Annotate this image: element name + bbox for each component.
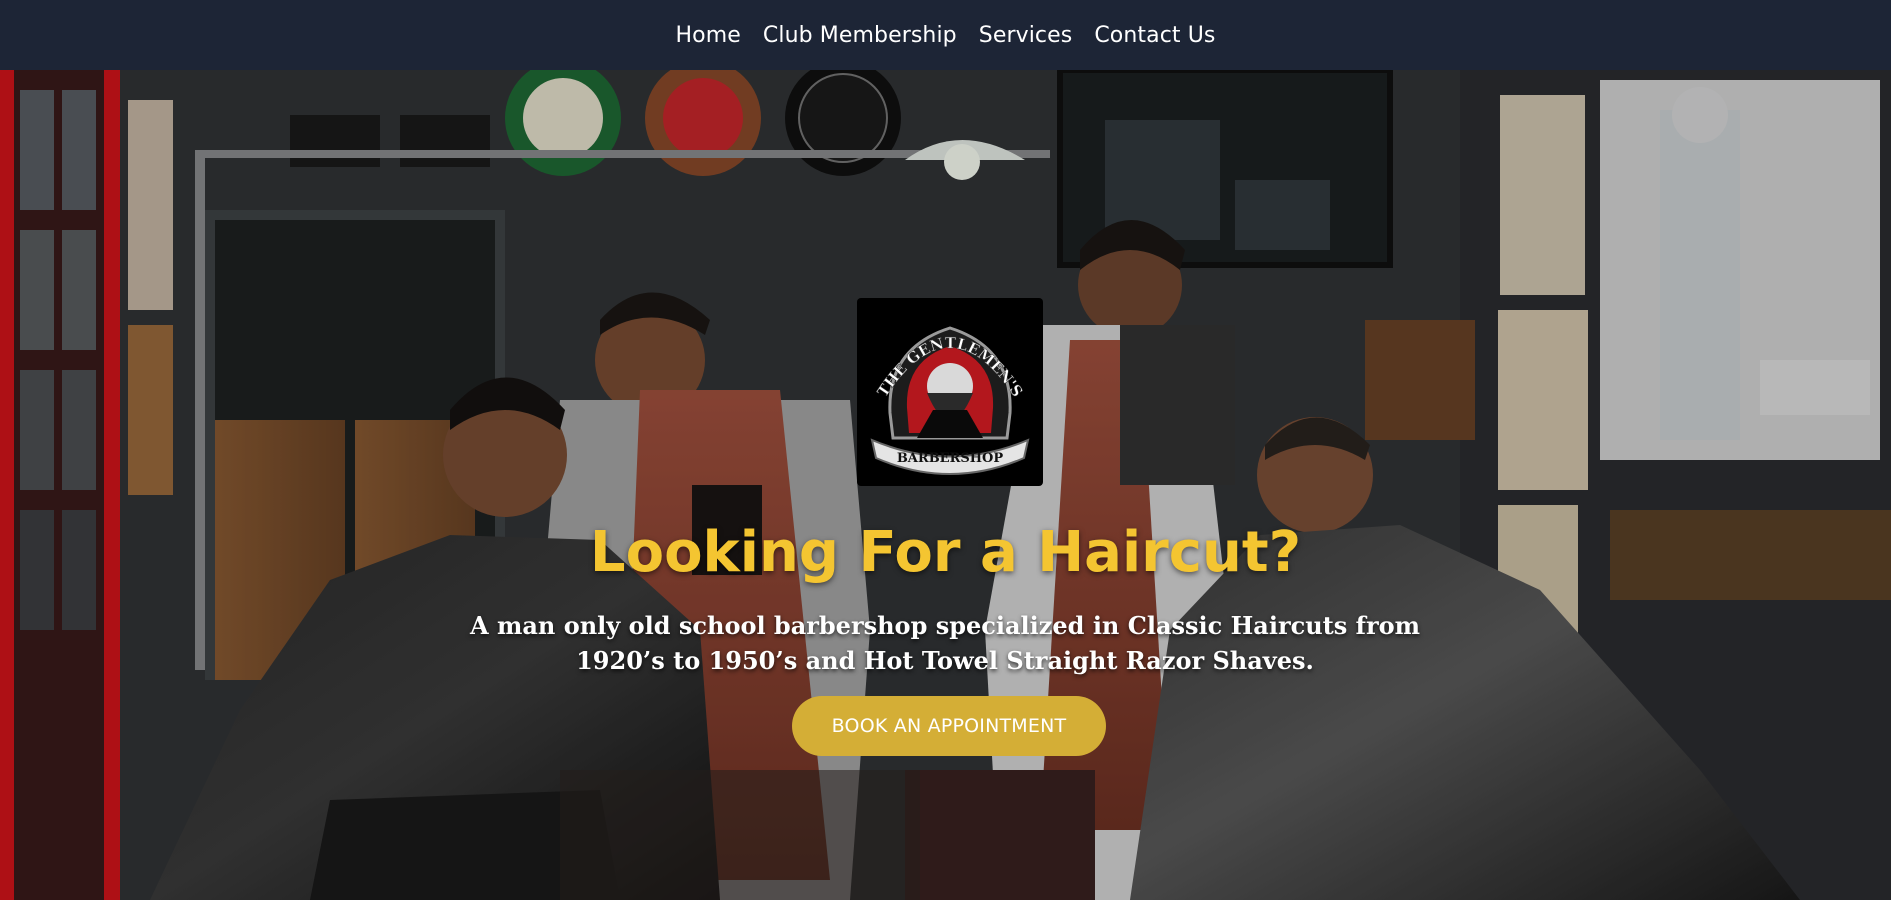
barbershop-logo: THE GENTLEMEN'S BARBERSHOP <box>857 298 1043 486</box>
logo-emblem-icon: THE GENTLEMEN'S BARBERSHOP <box>870 326 1030 475</box>
hero-section: THE GENTLEMEN'S BARBERSHOP Looking For a… <box>0 70 1891 900</box>
book-appointment-button[interactable]: BOOK AN APPOINTMENT <box>792 696 1106 756</box>
logo-bottom-text: BARBERSHOP <box>897 451 1004 466</box>
hero-headline: Looking For a Haircut? <box>589 520 1302 585</box>
main-navigation: Home Club Membership Services Contact Us <box>0 0 1891 70</box>
nav-link-home[interactable]: Home <box>676 23 741 48</box>
nav-link-contact-us[interactable]: Contact Us <box>1094 23 1215 48</box>
nav-link-club-membership[interactable]: Club Membership <box>763 23 957 48</box>
hero-description: A man only old school barbershop special… <box>470 611 1420 675</box>
nav-link-services[interactable]: Services <box>979 23 1073 48</box>
